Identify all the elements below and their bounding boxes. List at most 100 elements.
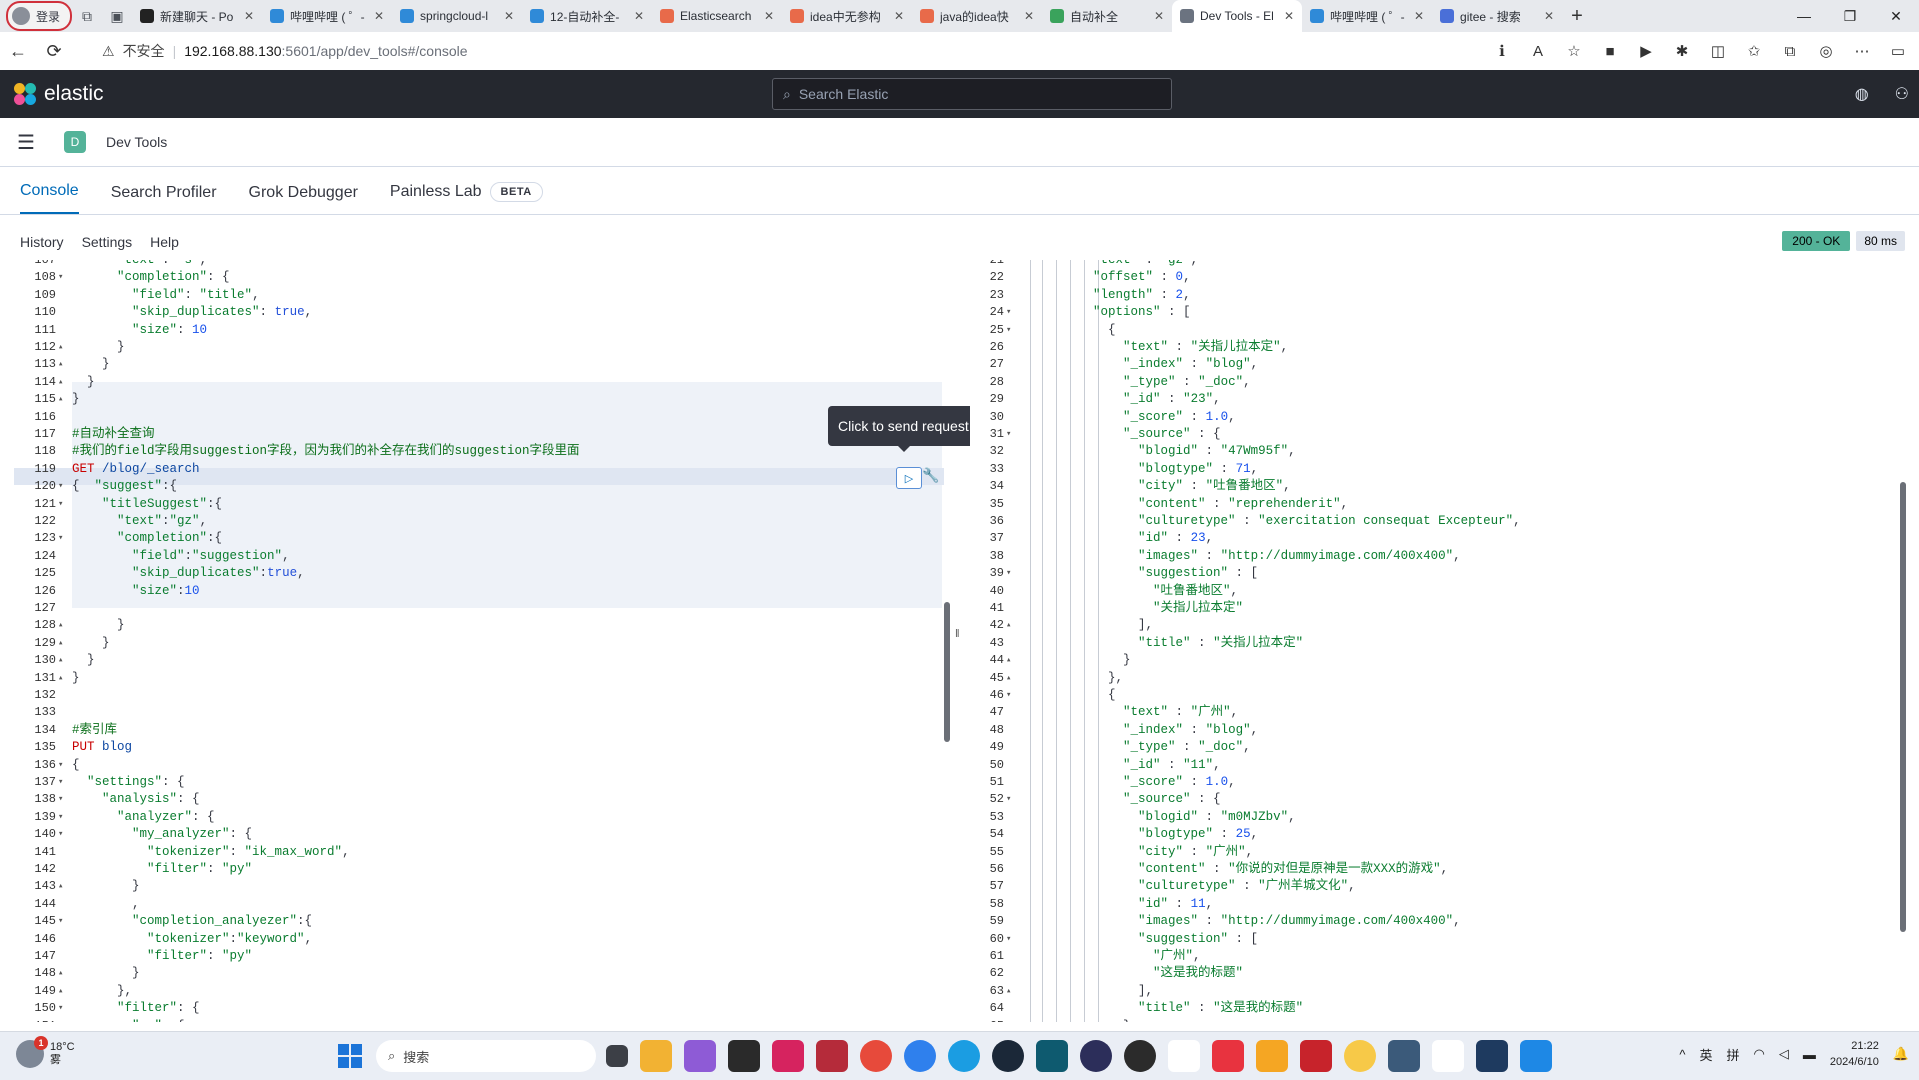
browser-tab[interactable]: idea中无参构 ✕ [782,0,912,32]
intellij-icon[interactable] [772,1040,804,1072]
fold-icon[interactable]: ▴ [58,339,68,356]
back-icon[interactable]: ← [0,41,36,62]
notification-bell-icon[interactable]: 🔔 [1893,1046,1909,1062]
feishu-icon[interactable] [904,1040,936,1072]
fold-icon[interactable]: ▾ [58,1018,68,1022]
sidebar-toggle-icon[interactable]: ▭ [1887,42,1909,60]
minimize-icon[interactable]: — [1781,0,1827,32]
performance-icon[interactable]: ◎ [1815,42,1837,60]
wifi-icon[interactable]: ◠ [1754,1046,1765,1062]
tab-console[interactable]: Console [20,182,79,214]
typora-icon[interactable] [1432,1040,1464,1072]
browser-tab[interactable]: gitee - 搜索 ✕ [1432,0,1562,32]
app-icon[interactable] [860,1040,892,1072]
settings-link[interactable]: Settings [82,234,133,250]
app-icon-4[interactable] [1212,1040,1244,1072]
fold-icon[interactable]: ▾ [1006,791,1011,808]
tab-grok-debugger[interactable]: Grok Debugger [249,184,358,214]
fold-icon[interactable]: ▴ [1006,670,1011,687]
restore-icon[interactable]: ❐ [1827,0,1873,32]
elastic-logo[interactable]: elastic [14,82,104,106]
app-icon-2[interactable] [1036,1040,1068,1072]
close-tab-icon[interactable]: ✕ [374,9,384,23]
browser-tab[interactable]: java的idea快 ✕ [912,0,1042,32]
fold-icon[interactable]: ▴ [58,617,68,634]
collections-icon[interactable]: ⧉ [1779,43,1801,60]
fold-icon[interactable]: ▾ [1006,687,1011,704]
fold-icon[interactable]: ▴ [58,983,68,1000]
fold-icon[interactable]: ▾ [1006,931,1011,948]
browser-tab[interactable]: Elasticsearch ✕ [652,0,782,32]
fold-icon[interactable]: ▾ [58,1000,68,1017]
favorite-star-icon[interactable]: ☆ [1563,42,1585,60]
help-link[interactable]: Help [150,234,179,250]
app-icon-6[interactable] [1344,1040,1376,1072]
file-explorer-icon[interactable] [640,1040,672,1072]
fold-icon[interactable]: ▴ [58,391,68,408]
vscode-icon[interactable] [1520,1040,1552,1072]
close-tab-icon[interactable]: ✕ [244,9,254,23]
tray-chevron-icon[interactable]: ^ [1679,1047,1685,1062]
battery-icon[interactable]: ▬ [1803,1047,1816,1062]
read-aloud-icon[interactable]: A [1527,43,1549,60]
close-tab-icon[interactable]: ✕ [634,9,644,23]
fold-icon[interactable]: ▾ [58,826,68,843]
app-icon-8[interactable] [1476,1040,1508,1072]
browser-tab[interactable]: 12-自动补全- ✕ [522,0,652,32]
browser-tab[interactable]: 自动补全 ✕ [1042,0,1172,32]
ime-mode[interactable]: 拼 [1727,1045,1740,1064]
fold-icon[interactable]: ▾ [58,913,68,930]
fold-icon[interactable]: ▾ [58,757,68,774]
fold-icon[interactable]: ▾ [1006,322,1011,339]
app-icon-5[interactable] [1256,1040,1288,1072]
fold-icon[interactable]: ▴ [1006,983,1011,1000]
close-tab-icon[interactable]: ✕ [764,9,774,23]
weather-widget[interactable]: 1 18°C 雾 [16,1036,75,1068]
fold-icon[interactable]: ▴ [58,878,68,895]
address-field[interactable]: ⚠ 不安全 | 192.168.88.130:5601/app/dev_tool… [102,41,468,61]
extension-icon[interactable]: ■ [1599,43,1621,60]
fold-icon[interactable]: ▴ [58,374,68,391]
close-tab-icon[interactable]: ✕ [1154,9,1164,23]
start-button[interactable] [338,1044,362,1068]
task-view-icon[interactable] [606,1045,628,1067]
play-icon[interactable]: ▶ [1635,42,1657,60]
fold-icon[interactable]: ▾ [1006,426,1011,443]
editor-scroll-thumb[interactable] [944,602,950,742]
browser-tab[interactable]: Dev Tools - El ✕ [1172,0,1303,32]
more-menu-icon[interactable]: ⋯ [1851,42,1873,60]
app-icon-7[interactable] [1388,1040,1420,1072]
close-tab-icon[interactable]: ✕ [1284,9,1294,23]
browser-tab[interactable]: 哔哩哔哩 ( ゜- ✕ [262,0,392,32]
close-tab-icon[interactable]: ✕ [1544,9,1554,23]
response-scroll-thumb[interactable] [1900,482,1906,932]
history-link[interactable]: History [20,234,64,250]
close-tab-icon[interactable]: ✕ [1414,9,1424,23]
editor-scrollbar[interactable] [943,262,951,1018]
fold-icon[interactable]: ▴ [1006,652,1011,669]
fold-icon[interactable]: ▾ [58,478,68,495]
wrench-icon[interactable]: 🔧 [922,467,939,484]
space-avatar[interactable]: D [64,131,86,153]
redis-icon[interactable] [1300,1040,1332,1072]
pycharm-icon[interactable] [728,1040,760,1072]
help-icon[interactable]: ◍ [1855,84,1869,104]
favorites-icon[interactable]: ✩ [1743,42,1765,60]
fold-icon[interactable]: ▴ [58,965,68,982]
profile-button[interactable]: 登录 [6,1,73,31]
browser-tab[interactable]: 哔哩哔哩 ( ゜- ✕ [1302,0,1432,32]
split-screen-icon[interactable]: ◫ [1707,42,1729,60]
fold-icon[interactable]: ▾ [58,809,68,826]
browser-tab[interactable]: 新建聊天 - Po ✕ [132,0,262,32]
browser-tab[interactable]: springcloud-l ✕ [392,0,522,32]
clock[interactable]: 21:22 2024/6/10 [1830,1038,1879,1070]
new-tab-button[interactable]: + [1562,5,1592,28]
volume-icon[interactable]: ◁ [1779,1046,1789,1062]
search-elastic-input[interactable]: ⌕ Search Elastic [772,78,1172,110]
app-icon-3[interactable] [1168,1040,1200,1072]
fold-icon[interactable]: ▴ [58,652,68,669]
fold-icon[interactable]: ▾ [58,530,68,547]
pane-resizer[interactable]: ‖ [955,628,960,640]
tab-painless-lab[interactable]: Painless Lab BETA [390,182,543,214]
fold-icon[interactable]: ▴ [1006,1018,1011,1022]
